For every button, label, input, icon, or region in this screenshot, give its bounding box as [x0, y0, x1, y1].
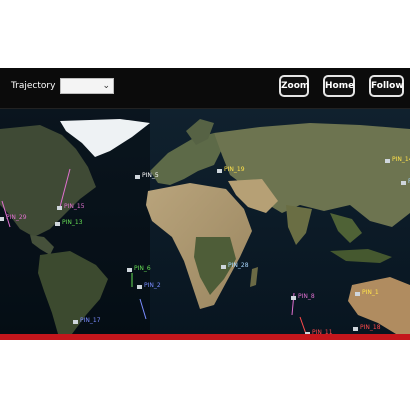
pin-label: PIN_6	[134, 265, 151, 272]
pin-marker-icon	[221, 265, 226, 269]
pin-label: PIN_17	[80, 317, 101, 324]
pin-label: PIN_14	[392, 156, 410, 163]
pin-label: PIN_13	[62, 219, 83, 226]
pin-label: PIN_19	[224, 166, 245, 173]
follow-button[interactable]: Follow	[369, 75, 404, 97]
pin-marker-icon	[355, 292, 360, 296]
pin-label: PIN_8	[298, 293, 315, 300]
toolbar: Trajectory ⌄ Zoom Home Follow	[0, 68, 410, 109]
pin-marker-icon	[291, 296, 296, 300]
pin-marker-icon	[127, 268, 132, 272]
pin-marker-icon	[0, 217, 4, 221]
pin-marker-icon	[401, 181, 406, 185]
trajectory-label: Trajectory	[11, 81, 56, 91]
pin-label: PIN_15	[64, 203, 85, 210]
pin-label: PIN_1	[362, 289, 379, 296]
pin-marker-icon	[55, 222, 60, 226]
pin-label: PIN_18	[360, 324, 381, 331]
pin-marker-icon	[57, 206, 62, 210]
world-map[interactable]: PIN_5 PIN_15 PIN_13 PIN_29 PIN_6 PIN_2 PIN_17 P…	[0, 109, 410, 334]
trajectory-select[interactable]: ⌄	[60, 78, 114, 94]
pin-marker-icon	[137, 285, 142, 289]
pin-marker-icon	[353, 327, 358, 331]
pin-marker-icon	[217, 169, 222, 173]
pin-label: PIN_28	[228, 262, 249, 269]
zoom-button[interactable]: Zoom	[279, 75, 309, 97]
tracking-app: Trajectory ⌄ Zoom Home Follow PIN_5 PIN_…	[0, 68, 410, 340]
pin-label: PIN_29	[6, 214, 27, 221]
chevron-down-icon: ⌄	[102, 80, 110, 90]
pin-marker-icon	[73, 320, 78, 324]
pin-marker-icon	[135, 175, 140, 179]
pin-label: PIN_2	[144, 282, 161, 289]
home-button[interactable]: Home	[323, 75, 355, 97]
pin-marker-icon	[385, 159, 390, 163]
status-accent-bar	[0, 334, 410, 340]
pin-label: PIN_5	[142, 172, 159, 179]
